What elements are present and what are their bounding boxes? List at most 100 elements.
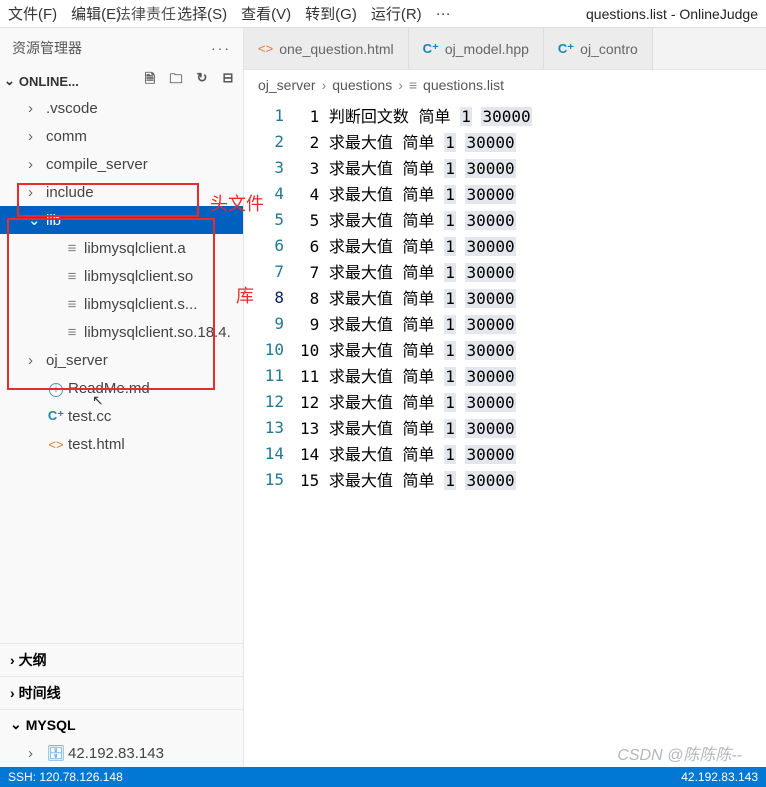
file-ReadMe-md[interactable]: iReadMe.md xyxy=(0,374,243,402)
breadcrumb[interactable]: oj_server › questions › ≡ questions.list xyxy=(244,70,766,100)
menu-edit[interactable]: 编辑(E) xyxy=(71,3,121,24)
menu-view[interactable]: 查看(V) xyxy=(241,3,291,24)
legal-overlay: 法律责任 xyxy=(116,3,176,24)
line-number: 8 xyxy=(244,288,300,307)
file-libmysqlclient-so-18-4-[interactable]: ≡libmysqlclient.so.18.4. xyxy=(0,318,243,346)
status-bar[interactable]: SSH: 120.78.126.148 42.192.83.143 xyxy=(0,767,766,787)
chevron-icon: ⌄ xyxy=(28,211,46,229)
file-test-html[interactable]: <>test.html xyxy=(0,430,243,458)
line-number: 12 xyxy=(244,392,300,411)
menu-run[interactable]: 运行(R) xyxy=(371,3,422,24)
tree-item-label: lib xyxy=(46,212,61,229)
editor-area: <>one_question.htmlC⁺oj_model.hppC⁺oj_co… xyxy=(244,28,766,767)
more-actions-icon[interactable]: ··· xyxy=(211,40,231,56)
status-db[interactable]: 42.192.83.143 xyxy=(681,770,758,784)
folder-include[interactable]: ›include xyxy=(0,178,243,206)
chevron-icon: › xyxy=(28,184,46,201)
folder-oj-server[interactable]: ›oj_server xyxy=(0,346,243,374)
editor-content[interactable]: 1 1 判断回文数 简单 1 300002 2 求最大值 简单 1 300003… xyxy=(244,100,766,494)
line-content: 11 求最大值 简单 1 30000 xyxy=(300,363,516,387)
tab-label: one_question.html xyxy=(279,41,393,57)
line-content: 14 求最大值 简单 1 30000 xyxy=(300,441,516,465)
line-content: 13 求最大值 简单 1 30000 xyxy=(300,415,516,439)
editor-line[interactable]: 6 6 求最大值 简单 1 30000 xyxy=(244,232,766,258)
db-connection[interactable]: ›🗄42.192.83.143 xyxy=(0,739,243,767)
editor-line[interactable]: 8 8 求最大值 简单 1 30000 xyxy=(244,284,766,310)
editor-line[interactable]: 1515 求最大值 简单 1 30000 xyxy=(244,466,766,492)
editor-line[interactable]: 9 9 求最大值 简单 1 30000 xyxy=(244,310,766,336)
chevron-right-icon: › xyxy=(322,77,327,93)
project-header[interactable]: ⌄ ONLINE... 🗎 🗀 ↻ ⊟ xyxy=(0,68,243,94)
file-libmysqlclient-a[interactable]: ≡libmysqlclient.a xyxy=(0,234,243,262)
line-content: 5 求最大值 简单 1 30000 xyxy=(300,207,516,231)
database-icon: 🗄 xyxy=(46,744,66,762)
window-title: questions.list - OnlineJudge xyxy=(586,6,758,22)
tree-item-label: test.cc xyxy=(68,408,111,425)
breadcrumb-0[interactable]: oj_server xyxy=(258,77,316,93)
cpp-icon: C⁺ xyxy=(423,41,439,57)
cpp-icon: C⁺ xyxy=(558,41,574,57)
file-tree: ›.vscode›comm›compile_server›include⌄lib… xyxy=(0,94,243,643)
editor-line[interactable]: 1414 求最大值 简单 1 30000 xyxy=(244,440,766,466)
chevron-right-icon: › xyxy=(398,77,403,93)
section-时间线[interactable]: ›时间线 xyxy=(0,676,243,709)
chevron-icon: › xyxy=(28,128,46,145)
line-content: 15 求最大值 简单 1 30000 xyxy=(300,467,516,491)
tab-oj-model-hpp[interactable]: C⁺oj_model.hpp xyxy=(409,28,544,69)
tree-item-label: test.html xyxy=(68,436,125,453)
folder-comm[interactable]: ›comm xyxy=(0,122,243,150)
file-libmysqlclient-so[interactable]: ≡libmysqlclient.so xyxy=(0,262,243,290)
section-label: MYSQL xyxy=(26,717,76,733)
editor-line[interactable]: 1313 求最大值 简单 1 30000 xyxy=(244,414,766,440)
folder-compile-server[interactable]: ›compile_server xyxy=(0,150,243,178)
line-content: 9 求最大值 简单 1 30000 xyxy=(300,311,516,335)
editor-line[interactable]: 1 1 判断回文数 简单 1 30000 xyxy=(244,102,766,128)
new-folder-icon[interactable]: 🗀 xyxy=(167,70,185,92)
tree-item-label: libmysqlclient.so.18.4. xyxy=(84,324,231,341)
editor-line[interactable]: 5 5 求最大值 简单 1 30000 xyxy=(244,206,766,232)
chevron-icon: › xyxy=(28,100,46,117)
collapse-icon[interactable]: ⊟ xyxy=(219,70,237,92)
menu-select[interactable]: 选择(S) xyxy=(177,3,227,24)
editor-line[interactable]: 3 3 求最大值 简单 1 30000 xyxy=(244,154,766,180)
chevron-icon: ⌄ xyxy=(10,716,22,733)
line-number: 9 xyxy=(244,314,300,333)
editor-line[interactable]: 2 2 求最大值 简单 1 30000 xyxy=(244,128,766,154)
line-content: 4 求最大值 简单 1 30000 xyxy=(300,181,516,205)
editor-line[interactable]: 1010 求最大值 简单 1 30000 xyxy=(244,336,766,362)
menu-goto[interactable]: 转到(G) xyxy=(305,3,357,24)
line-number: 3 xyxy=(244,158,300,177)
line-number: 4 xyxy=(244,184,300,203)
ssh-remote[interactable]: SSH: 120.78.126.148 xyxy=(8,770,123,784)
tree-item-label: include xyxy=(46,184,94,201)
tree-item-label: libmysqlclient.s... xyxy=(84,296,197,313)
menu-file[interactable]: 文件(F) xyxy=(8,3,57,24)
breadcrumb-1[interactable]: questions xyxy=(332,77,392,93)
chevron-icon: › xyxy=(28,156,46,173)
folder--vscode[interactable]: ›.vscode xyxy=(0,94,243,122)
db-label: 42.192.83.143 xyxy=(68,745,164,762)
editor-line[interactable]: 1212 求最大值 简单 1 30000 xyxy=(244,388,766,414)
file-icon: ≡ xyxy=(62,324,82,341)
line-number: 13 xyxy=(244,418,300,437)
breadcrumb-2[interactable]: questions.list xyxy=(423,77,504,93)
chevron-icon: › xyxy=(10,652,15,668)
editor-line[interactable]: 4 4 求最大值 简单 1 30000 xyxy=(244,180,766,206)
line-number: 5 xyxy=(244,210,300,229)
new-file-icon[interactable]: 🗎 xyxy=(141,70,159,92)
tab-oj-contro[interactable]: C⁺oj_contro xyxy=(544,28,653,69)
line-number: 7 xyxy=(244,262,300,281)
refresh-icon[interactable]: ↻ xyxy=(193,70,211,92)
folder-lib[interactable]: ⌄lib xyxy=(0,206,243,234)
file-test-cc[interactable]: C⁺test.cc xyxy=(0,402,243,430)
tree-item-label: ReadMe.md xyxy=(68,380,150,397)
file-libmysqlclient-s---[interactable]: ≡libmysqlclient.s... xyxy=(0,290,243,318)
tree-item-label: .vscode xyxy=(46,100,98,117)
section-MYSQL[interactable]: ⌄MYSQL xyxy=(0,709,243,739)
editor-line[interactable]: 7 7 求最大值 简单 1 30000 xyxy=(244,258,766,284)
section-大纲[interactable]: ›大纲 xyxy=(0,643,243,676)
tree-item-label: compile_server xyxy=(46,156,148,173)
tab-one-question-html[interactable]: <>one_question.html xyxy=(244,28,409,69)
line-content: 6 求最大值 简单 1 30000 xyxy=(300,233,516,257)
editor-line[interactable]: 1111 求最大值 简单 1 30000 xyxy=(244,362,766,388)
